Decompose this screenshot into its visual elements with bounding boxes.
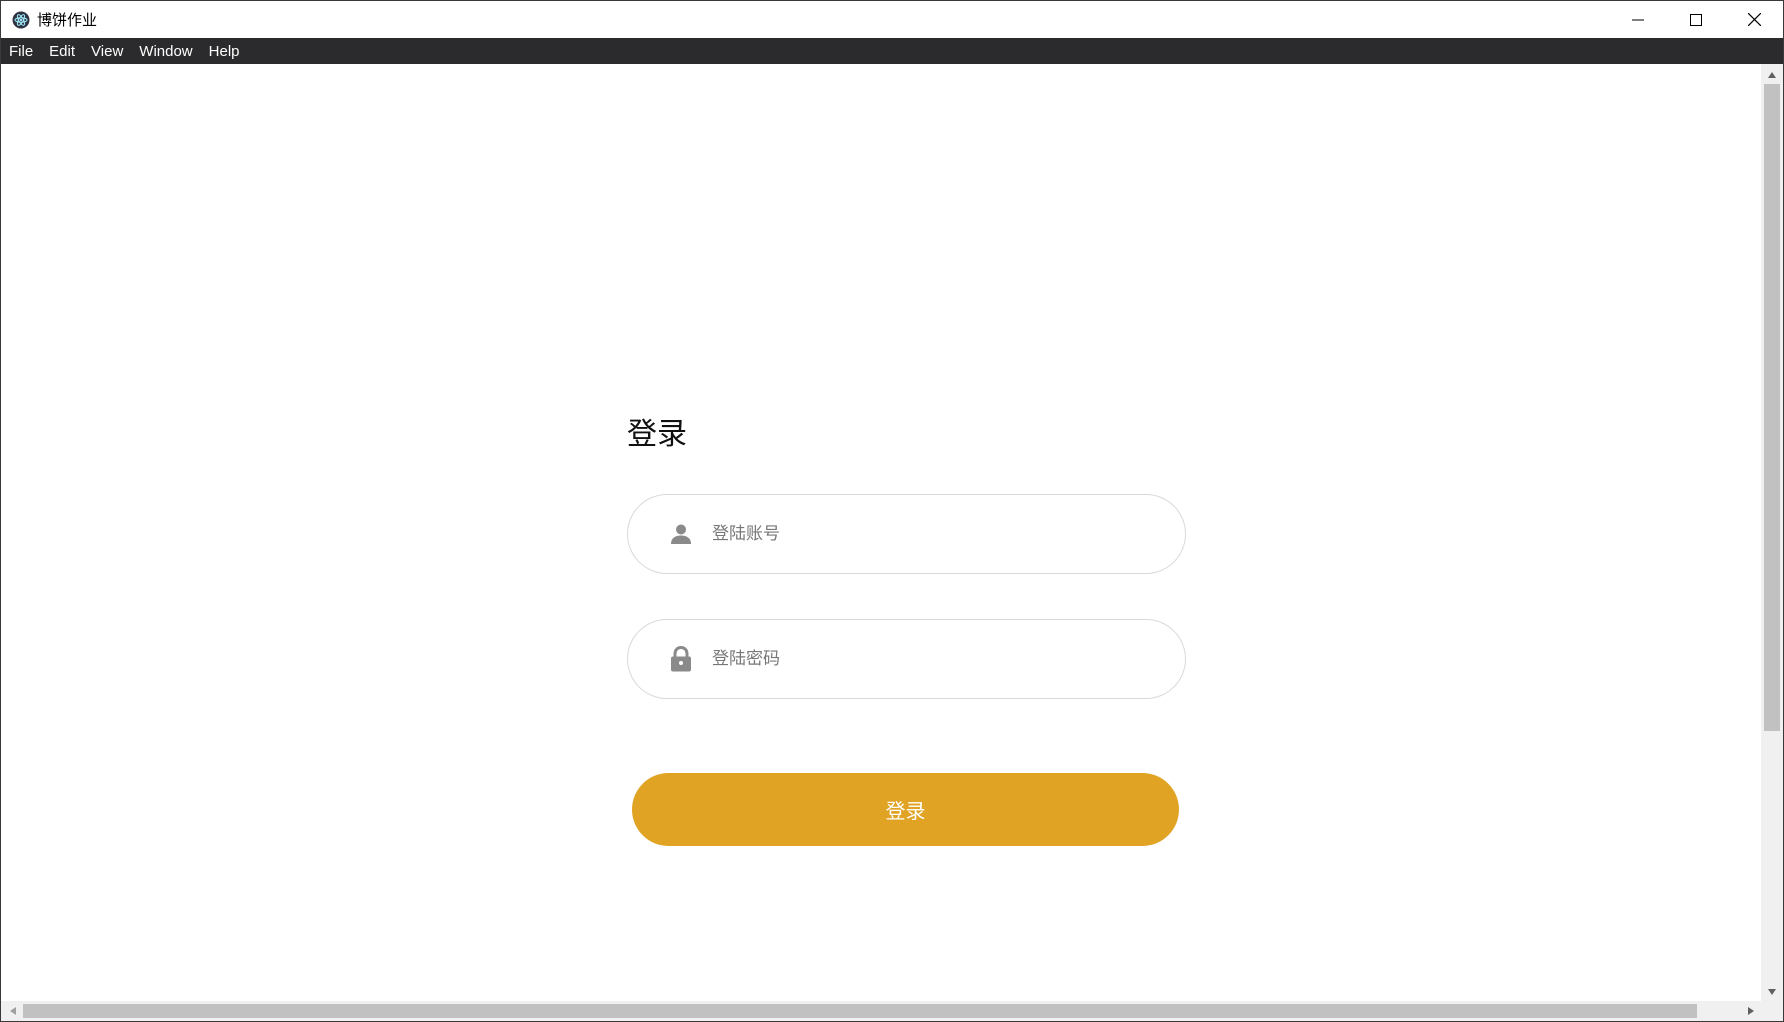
menu-edit[interactable]: Edit [49, 43, 75, 60]
menu-view[interactable]: View [91, 43, 123, 60]
title-bar[interactable]: 博饼作业 [1, 1, 1783, 38]
maximize-button[interactable] [1667, 1, 1725, 38]
vertical-scrollbar[interactable] [1761, 64, 1783, 1003]
scrollbar-corner [1761, 1001, 1783, 1021]
minimize-icon [1632, 19, 1644, 20]
menu-help[interactable]: Help [209, 43, 240, 60]
password-input[interactable] [712, 649, 1132, 669]
scroll-up-arrow-icon[interactable] [1761, 66, 1783, 84]
maximize-icon [1690, 13, 1702, 26]
lock-icon [668, 646, 694, 672]
menu-window[interactable]: Window [139, 43, 192, 60]
account-input[interactable] [712, 524, 1132, 544]
menu-bar: File Edit View Window Help [1, 38, 1783, 64]
scroll-right-arrow-icon[interactable] [1741, 1001, 1761, 1021]
close-button[interactable] [1725, 1, 1783, 38]
page-content: 登录 登录 [1, 64, 1763, 1003]
window-controls [1609, 1, 1783, 38]
scroll-down-arrow-icon[interactable] [1761, 983, 1783, 1001]
horizontal-scroll-thumb[interactable] [23, 1004, 1697, 1018]
scroll-left-arrow-icon[interactable] [3, 1001, 23, 1021]
user-icon [668, 521, 694, 547]
login-button[interactable]: 登录 [632, 773, 1179, 846]
vertical-scroll-thumb[interactable] [1764, 84, 1780, 731]
close-icon [1747, 13, 1761, 26]
window-title: 博饼作业 [37, 11, 98, 29]
login-title: 登录 [627, 417, 687, 452]
account-field[interactable] [627, 494, 1186, 574]
electron-atom-icon [11, 10, 31, 30]
menu-file[interactable]: File [9, 43, 33, 60]
app-window: 博饼作业 File Edit View Window Help 登录 登陆账号 … [0, 0, 1784, 1022]
minimize-button[interactable] [1609, 1, 1667, 38]
password-field[interactable] [627, 619, 1186, 699]
horizontal-scrollbar[interactable] [1, 1001, 1763, 1021]
